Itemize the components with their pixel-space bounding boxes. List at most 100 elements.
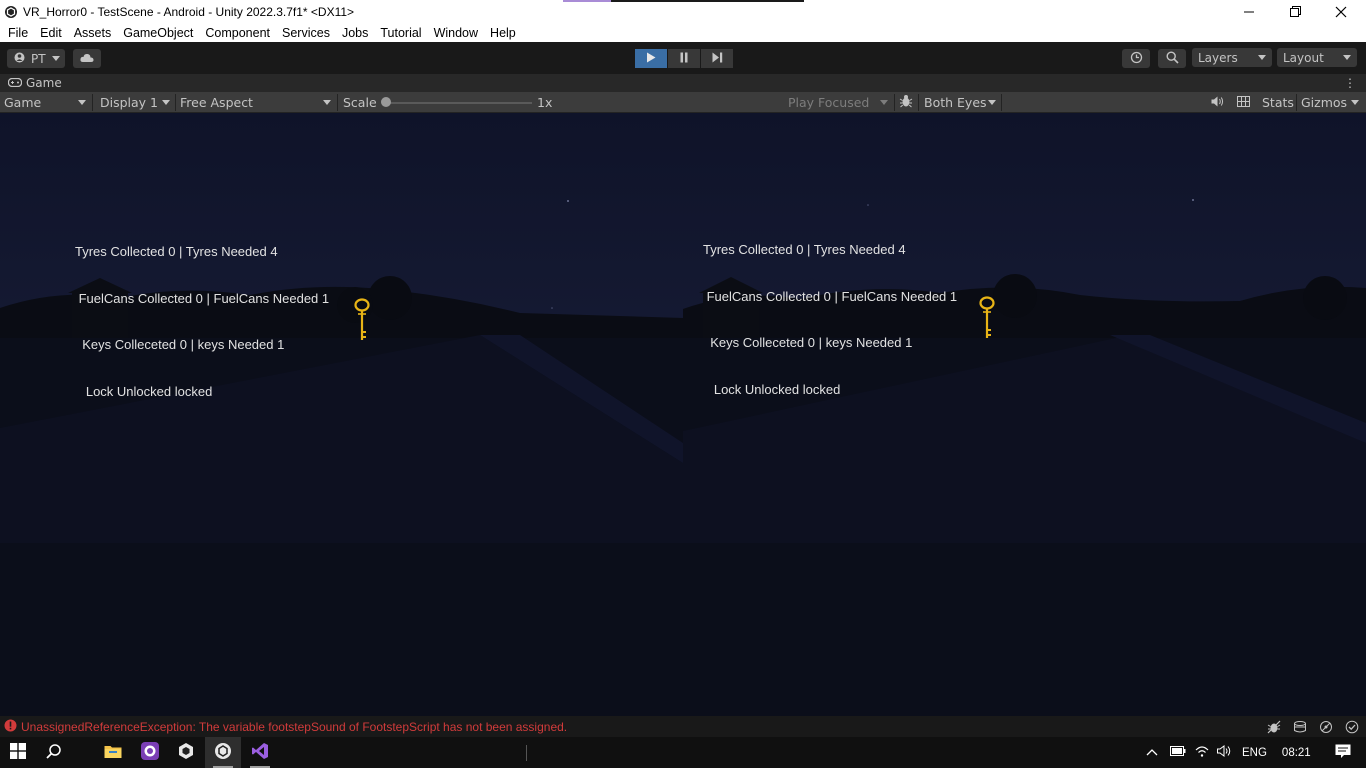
close-button[interactable]: [1318, 0, 1364, 23]
aspect-dropdown[interactable]: Free Aspect: [180, 92, 335, 113]
stats-button[interactable]: Stats: [1262, 92, 1294, 113]
windows-taskbar: ENG 08:21: [0, 737, 1366, 768]
console-status-bar[interactable]: UnassignedReferenceException: The variab…: [0, 716, 1366, 737]
chevron-down-icon: [1258, 55, 1266, 60]
play-button[interactable]: [635, 49, 667, 68]
gamepad-icon: [7, 76, 23, 90]
taskbar-github-desktop[interactable]: [132, 737, 168, 768]
display-dropdown[interactable]: Display 1: [100, 92, 174, 113]
speaker-icon: [1211, 95, 1224, 110]
taskbar-file-explorer[interactable]: [95, 737, 131, 768]
menu-tutorial[interactable]: Tutorial: [374, 26, 427, 40]
hud-fuelcans: FuelCans Collected 0 | FuelCans Needed 1: [75, 290, 330, 306]
windows-logo-icon: [10, 743, 26, 762]
game-viewport[interactable]: Tyres Collected 0 | Tyres Needed 4 FuelC…: [0, 113, 1366, 716]
menu-edit[interactable]: Edit: [34, 26, 68, 40]
hud-keys: Keys Colleceted 0 | keys Needed 1: [75, 337, 285, 352]
menu-services[interactable]: Services: [276, 26, 336, 40]
divider: [918, 94, 919, 111]
grid-toggle[interactable]: [1237, 92, 1253, 113]
scale-label: Scale: [343, 95, 377, 110]
history-icon: [1130, 51, 1143, 67]
battery-icon[interactable]: [1170, 746, 1186, 759]
menu-file[interactable]: File: [0, 26, 34, 40]
hud-tyres: Tyres Collected 0 | Tyres Needed 4: [75, 244, 278, 259]
layers-label: Layers: [1198, 50, 1238, 65]
menu-gameobject[interactable]: GameObject: [117, 26, 199, 40]
tab-game-label: Game: [26, 76, 62, 90]
layout-dropdown[interactable]: Layout: [1277, 48, 1357, 67]
kebab-menu-icon[interactable]: ⋮: [1344, 76, 1356, 90]
chevron-down-icon: [52, 56, 60, 61]
menu-jobs[interactable]: Jobs: [336, 26, 374, 40]
divider: [1296, 94, 1297, 111]
scale-slider-track: [382, 102, 532, 104]
hud-left-eye: Tyres Collected 0 | Tyres Needed 4 FuelC…: [75, 213, 329, 430]
view-mode-label: Game: [4, 95, 42, 110]
grid-icon: [1237, 95, 1250, 110]
cache-icon[interactable]: [1293, 720, 1307, 737]
play-focus-dropdown[interactable]: Play Focused: [788, 92, 892, 113]
restore-button[interactable]: [1272, 0, 1318, 23]
step-button[interactable]: [701, 49, 733, 68]
pause-button[interactable]: [668, 49, 700, 68]
chevron-down-icon: [1351, 100, 1359, 105]
minimize-button[interactable]: [1226, 0, 1272, 23]
account-dropdown[interactable]: PT: [7, 49, 65, 68]
unity-logo-icon: [4, 5, 18, 19]
eyes-label: Both Eyes: [924, 95, 987, 110]
tab-game[interactable]: Game: [0, 76, 62, 90]
cloud-icon: [80, 52, 94, 66]
console-error[interactable]: UnassignedReferenceException: The variab…: [4, 719, 567, 735]
taskbar-divider: [526, 745, 527, 761]
search-button[interactable]: [1158, 49, 1186, 68]
search-icon: [46, 743, 62, 762]
search-taskbar-button[interactable]: [36, 737, 72, 768]
clock[interactable]: 08:21: [1282, 747, 1311, 759]
notifications-icon[interactable]: [1335, 744, 1351, 762]
chevron-down-icon: [880, 100, 888, 105]
search-icon: [1165, 50, 1179, 67]
taskbar-unity-hub[interactable]: [168, 737, 204, 768]
game-tab-bar: Game ⋮: [0, 74, 1366, 92]
volume-icon[interactable]: [1217, 745, 1232, 760]
frame-debugger-button[interactable]: [899, 92, 917, 113]
title-accent-dark: [611, 0, 804, 2]
scale-value: 1x: [537, 95, 553, 110]
divider: [337, 94, 338, 111]
taskbar-visual-studio[interactable]: [242, 737, 278, 768]
hud-right-eye: Tyres Collected 0 | Tyres Needed 4 FuelC…: [703, 211, 957, 428]
language-indicator[interactable]: ENG: [1242, 747, 1267, 759]
start-button[interactable]: [0, 737, 36, 768]
visual-studio-icon: [251, 742, 269, 763]
gizmos-label: Gizmos: [1301, 95, 1348, 110]
check-icon[interactable]: [1345, 720, 1359, 737]
divider: [175, 94, 176, 111]
layers-dropdown[interactable]: Layers: [1192, 48, 1272, 67]
key-icon: [352, 298, 372, 347]
network-icon[interactable]: [1319, 720, 1333, 737]
chevron-up-icon[interactable]: [1146, 747, 1158, 759]
divider: [92, 94, 93, 111]
scale-slider[interactable]: [381, 92, 532, 113]
cloud-button[interactable]: [73, 49, 101, 68]
scale-slider-thumb[interactable]: [381, 97, 391, 107]
hud-lock: Lock Unlocked locked: [703, 381, 841, 397]
chevron-down-icon: [323, 100, 331, 105]
pause-icon: [679, 52, 689, 66]
wifi-icon[interactable]: [1195, 745, 1209, 760]
window-title: VR_Horror0 - TestScene - Android - Unity…: [23, 4, 355, 19]
history-button[interactable]: [1122, 49, 1150, 68]
view-mode-dropdown[interactable]: Game: [4, 92, 90, 113]
gizmos-dropdown[interactable]: Gizmos: [1301, 92, 1363, 113]
layout-label: Layout: [1283, 50, 1324, 65]
taskbar-unity-editor[interactable]: [205, 737, 241, 768]
eyes-dropdown[interactable]: Both Eyes: [924, 92, 1000, 113]
menu-help[interactable]: Help: [484, 26, 522, 40]
menu-assets[interactable]: Assets: [68, 26, 118, 40]
audio-toggle[interactable]: [1211, 92, 1227, 113]
menu-window[interactable]: Window: [428, 26, 484, 40]
menu-component[interactable]: Component: [199, 26, 276, 40]
unity-hub-icon: [177, 742, 195, 763]
debug-icon[interactable]: [1267, 720, 1281, 737]
